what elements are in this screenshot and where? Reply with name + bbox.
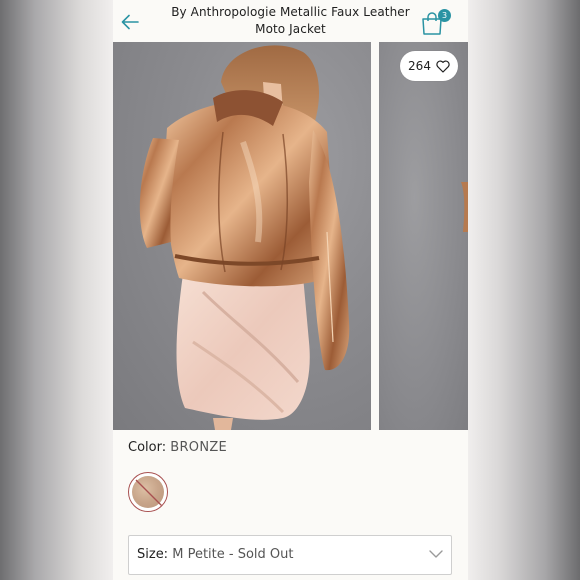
size-dropdown[interactable]: Size: M Petite - Sold Out xyxy=(128,535,452,575)
color-label-row: Color: BRONZE xyxy=(128,440,227,455)
heart-icon xyxy=(436,59,450,73)
product-photo-partial xyxy=(461,182,468,232)
size-label: Size: xyxy=(137,547,169,562)
image-gallery[interactable]: 264 xyxy=(113,42,468,430)
size-value: M Petite - Sold Out xyxy=(172,547,294,562)
page-title: By Anthropologie Metallic Faux Leather M… xyxy=(153,4,428,38)
product-photo xyxy=(139,45,350,430)
arrow-left-icon xyxy=(121,14,139,30)
like-count: 264 xyxy=(408,59,431,73)
color-swatch-bronze[interactable] xyxy=(128,472,168,512)
unavailable-slash-icon xyxy=(135,479,163,507)
title-line-2: Moto Jacket xyxy=(255,22,326,36)
back-button[interactable] xyxy=(117,9,143,35)
cart-count-badge: 3 xyxy=(438,9,451,22)
chevron-down-icon xyxy=(429,550,443,558)
color-value: BRONZE xyxy=(170,440,228,455)
product-image-main[interactable] xyxy=(113,42,371,430)
like-button[interactable]: 264 xyxy=(400,51,458,81)
color-label: Color: xyxy=(128,440,167,455)
size-label-row: Size: M Petite - Sold Out xyxy=(137,547,293,562)
top-bar: By Anthropologie Metallic Faux Leather M… xyxy=(113,0,468,42)
product-image-next[interactable] xyxy=(379,42,468,430)
product-page: By Anthropologie Metallic Faux Leather M… xyxy=(113,0,468,580)
title-line-1: By Anthropologie Metallic Faux Leather xyxy=(171,5,410,19)
cart-button[interactable]: 3 xyxy=(420,6,454,36)
